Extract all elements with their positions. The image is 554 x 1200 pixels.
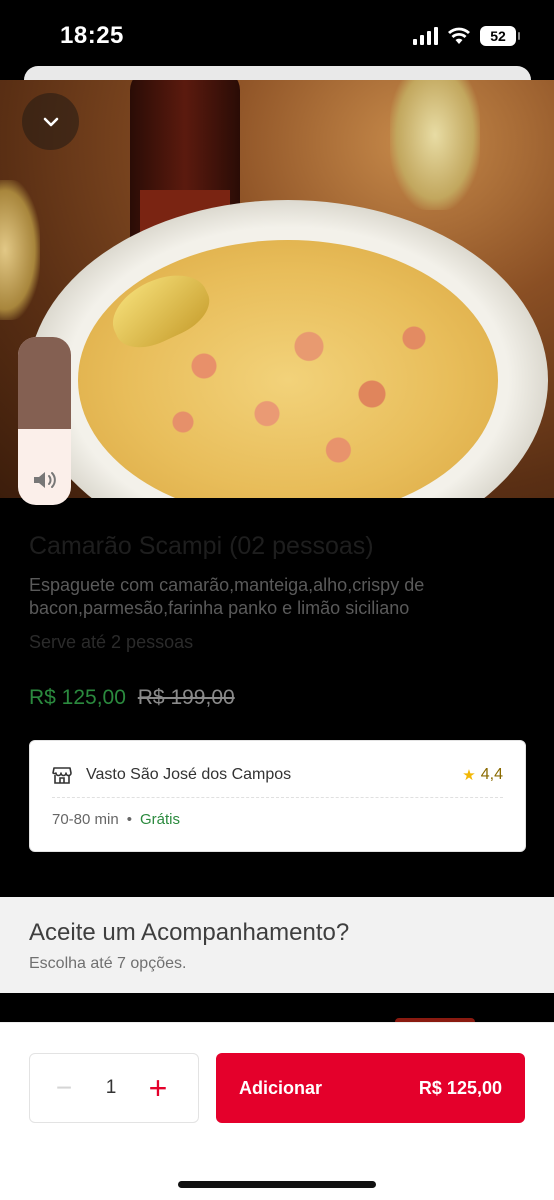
quantity-value: 1 <box>105 1077 117 1098</box>
add-to-cart-button[interactable]: Adicionar R$ 125,00 <box>216 1053 525 1123</box>
store-rating: ★ 4,4 <box>462 766 503 784</box>
product-image <box>0 80 554 498</box>
status-icons: 52 <box>413 26 520 46</box>
delivery-time: 70-80 min <box>52 811 119 828</box>
collapse-button[interactable] <box>22 93 79 150</box>
store-card[interactable]: Vasto São José dos Campos ★ 4,4 70-80 mi… <box>29 740 526 852</box>
price-row: R$ 125,00 R$ 199,00 <box>29 686 235 710</box>
quantity-stepper: − 1 + <box>29 1053 199 1123</box>
speaker-icon <box>34 472 56 488</box>
star-icon: ★ <box>462 767 476 784</box>
store-name: Vasto São José dos Campos <box>86 766 292 783</box>
store-icon <box>52 767 72 784</box>
rating-value: 4,4 <box>480 766 503 783</box>
footer-bar: − 1 + Adicionar R$ 125,00 <box>0 1022 554 1200</box>
add-button-label: Adicionar <box>239 1077 323 1098</box>
volume-hud[interactable] <box>18 337 71 505</box>
wifi-icon <box>448 27 470 44</box>
product-title: Camarão Scampi (02 pessoas) <box>29 532 374 560</box>
increase-button[interactable]: + <box>146 1072 170 1104</box>
current-price: R$ 125,00 <box>29 686 126 709</box>
section-title: Aceite um Acompanhamento? <box>29 919 350 946</box>
delivery-fee: Grátis <box>139 811 180 828</box>
product-description: Espaguete com camarão,manteiga,alho,cris… <box>29 575 425 618</box>
status-time: 18:25 <box>60 22 124 49</box>
section-subtitle: Escolha até 7 opções. <box>29 955 187 972</box>
separator: • <box>126 811 132 828</box>
cellular-signal-icon <box>413 27 438 45</box>
add-button-price: R$ 125,00 <box>418 1077 502 1098</box>
original-price: R$ 199,00 <box>137 686 235 709</box>
status-bar: 18:25 52 <box>0 0 554 70</box>
decrease-button[interactable]: − <box>52 1072 76 1104</box>
addon-section-header: Aceite um Acompanhamento? Escolha até 7 … <box>0 897 554 993</box>
delivery-info: 70-80 min • Grátis <box>52 811 180 828</box>
serves-info: Serve até 2 pessoas <box>29 632 194 652</box>
battery-icon: 52 <box>480 26 520 46</box>
divider <box>52 797 503 798</box>
home-indicator[interactable] <box>178 1181 376 1188</box>
chevron-down-icon <box>43 117 58 126</box>
